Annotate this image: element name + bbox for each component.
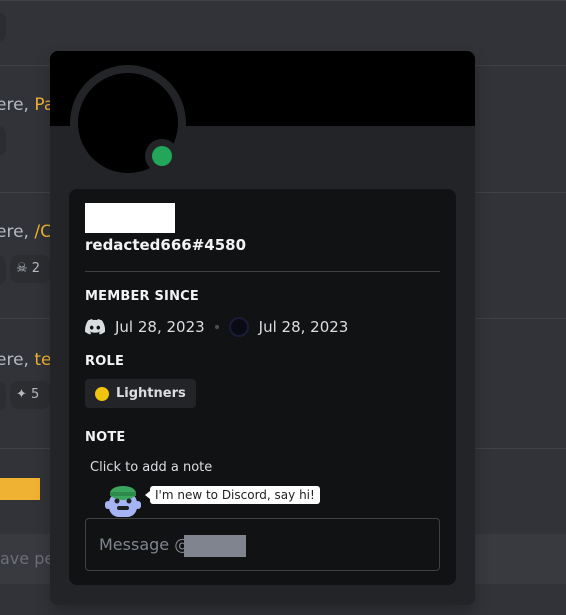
reaction-button[interactable]: ☠ 2 (10, 255, 50, 283)
chat-message-fragment: ere, Pa (0, 95, 55, 115)
chat-divider (0, 0, 566, 1)
reaction-button[interactable]: ✦ 5 (10, 381, 50, 409)
separator-dot (214, 325, 219, 329)
server-join-date: Jul 28, 2023 (258, 318, 349, 336)
server-icon (228, 317, 249, 337)
role-pill[interactable]: Lightners (85, 379, 196, 408)
online-status-icon (152, 146, 172, 166)
redacted-name (184, 535, 246, 557)
chat-message-fragment: ere, /C (0, 222, 52, 242)
reaction-fragment[interactable] (0, 12, 6, 42)
highlighted-text-fragment (0, 478, 40, 500)
reaction-fragment[interactable] (0, 126, 6, 156)
emoji-icon: ✦ (16, 387, 27, 402)
status-indicator (145, 139, 179, 173)
member-since-row: Jul 28, 2023 Jul 28, 2023 (85, 317, 348, 337)
discord-join-date: Jul 28, 2023 (115, 318, 205, 336)
display-name (85, 203, 175, 233)
divider (85, 271, 440, 272)
wumpus-icon (105, 486, 141, 517)
chat-message-fragment: ere, te (0, 350, 52, 370)
skull-emoji-icon: ☠ (16, 261, 28, 276)
note-heading: NOTE (85, 430, 126, 445)
role-heading: ROLE (85, 354, 125, 369)
wumpus-speech-bubble: I'm new to Discord, say hi! (145, 486, 320, 504)
member-since-heading: MEMBER SINCE (85, 289, 199, 304)
username[interactable]: redacted666#4580 (85, 236, 246, 254)
discord-logo-icon (85, 317, 105, 337)
role-name: Lightners (116, 386, 186, 401)
reaction-fragment[interactable] (0, 255, 6, 285)
note-input[interactable]: Click to add a note (90, 460, 212, 475)
reaction-fragment[interactable] (0, 381, 6, 411)
profile-popout: redacted666#4580 MEMBER SINCE Jul 28, 20… (50, 51, 475, 605)
role-color-dot (95, 386, 109, 401)
profile-body: redacted666#4580 MEMBER SINCE Jul 28, 20… (69, 189, 456, 585)
message-input[interactable]: Message @ (85, 518, 440, 571)
